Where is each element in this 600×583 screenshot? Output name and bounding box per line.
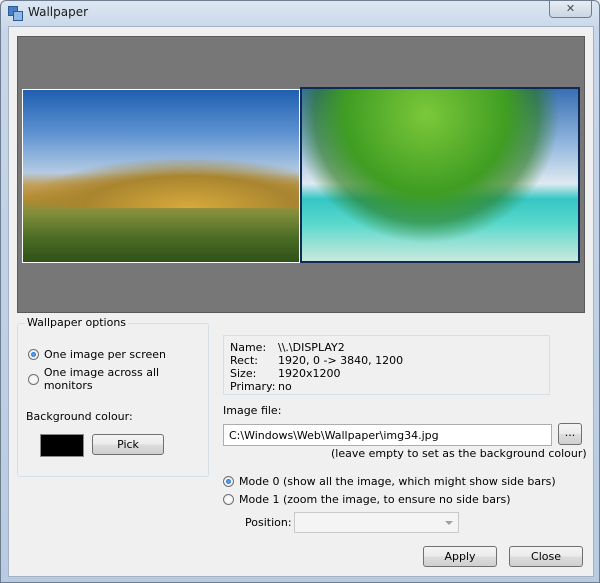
apply-label: Apply [444,550,476,563]
position-label: Position: [245,516,292,529]
close-icon: ✕ [565,2,576,15]
radio-label: Mode 0 (show all the image, which might … [239,475,556,488]
primary-value: no [278,380,292,393]
radio-mode-0[interactable]: Mode 0 (show all the image, which might … [223,475,556,488]
browse-ellipsis-icon: ... [564,425,576,439]
browse-button[interactable]: ... [558,423,582,445]
radio-unselected-icon [223,494,234,505]
radio-unselected-icon [28,373,39,385]
name-key: Name: [230,341,267,354]
monitor-2-wallpaper [302,89,578,261]
size-key: Size: [230,367,257,380]
radio-label: One image per screen [44,348,166,361]
image-file-input[interactable] [223,424,552,446]
radio-selected-icon [223,476,234,487]
wallpaper-window: Wallpaper ✕ Wallpaper options One image … [0,0,600,583]
monitor-1-preview[interactable] [22,89,300,263]
apply-button[interactable]: Apply [423,546,497,567]
app-icon [8,6,23,21]
dialog-client: Wallpaper options One image per screen O… [8,26,594,577]
image-file-label: Image file: [223,404,282,417]
primary-key: Primary: [230,380,276,393]
display-info-box: Name: \\.\DISPLAY2 Rect: 1920, 0 -> 3840, … [223,335,550,395]
position-select-disabled[interactable] [294,512,459,533]
title-bar: Wallpaper ✕ [1,1,599,25]
window-title: Wallpaper [28,5,89,19]
pick-button-label: Pick [117,438,139,451]
rect-key: Rect: [230,354,258,367]
radio-one-image-all-monitors[interactable]: One image across all monitors [28,366,208,392]
radio-label: Mode 1 (zoom the image, to ensure no sid… [239,493,511,506]
wallpaper-options-group: Wallpaper options One image per screen O… [17,316,209,477]
radio-one-image-per-screen[interactable]: One image per screen [28,348,166,361]
size-value: 1920x1200 [278,367,341,380]
close-label: Close [531,550,561,563]
image-file-hint: (leave empty to set as the background co… [331,447,587,460]
name-value: \\.\DISPLAY2 [278,341,345,354]
radio-mode-1[interactable]: Mode 1 (zoom the image, to ensure no sid… [223,493,511,506]
monitor-2-preview-selected[interactable] [300,87,580,263]
chevron-down-icon [445,521,453,525]
rect-value: 1920, 0 -> 3840, 1200 [278,354,404,367]
close-window-button[interactable]: ✕ [549,1,592,18]
monitor-preview [17,36,585,313]
group-title: Wallpaper options [25,316,129,329]
background-colour-swatch [40,434,84,457]
background-colour-label: Background colour: [26,410,133,423]
radio-selected-icon [28,349,39,360]
radio-label: One image across all monitors [43,366,160,392]
monitor-1-wallpaper [23,158,299,208]
pick-colour-button[interactable]: Pick [92,434,164,455]
close-button[interactable]: Close [509,546,583,567]
